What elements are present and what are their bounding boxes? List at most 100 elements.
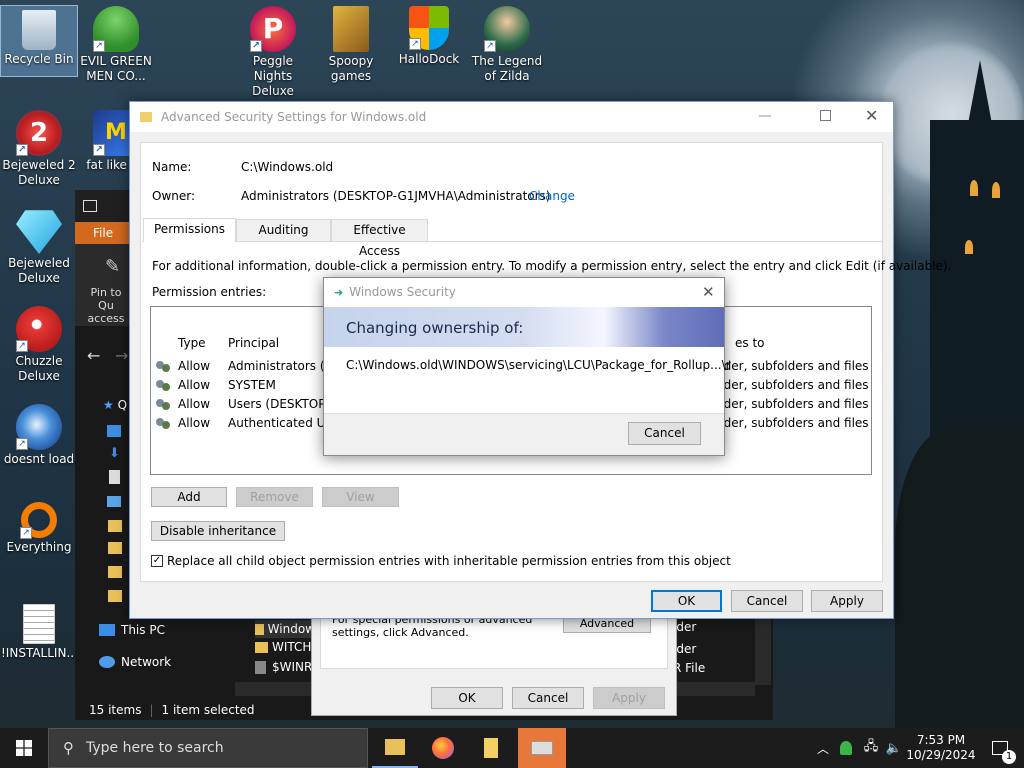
security-titlebar: ➜ Windows Security ✕ [324,278,724,306]
properties-cancel-button[interactable]: Cancel [512,687,584,709]
advanced-titlebar: Advanced Security Settings for Windows.o… [130,102,893,132]
status-item-count: 15 items [89,703,142,717]
pin-icon: ✎ [105,256,121,277]
desktop-icon-label: Recycle Bin [4,52,74,66]
tray-people-icon[interactable] [836,728,856,768]
forward-arrow-icon[interactable]: → [115,346,128,365]
recycle-bin-icon [22,10,56,50]
back-arrow-icon[interactable]: ← [87,346,100,365]
search-magnifier-icon: ↗ [20,502,57,539]
show-hidden-icons-chevron-icon[interactable]: ︿ [814,728,832,768]
name-value: C:\Windows.old [241,160,334,174]
disable-inheritance-button[interactable]: Disable inheritance [151,521,285,541]
clock-time: 7:53 PM [916,733,966,747]
taskbar-firefox[interactable] [420,728,466,768]
owner-label: Owner: [152,189,196,203]
vertical-scrollbar[interactable] [755,610,771,685]
windows-security-dialog[interactable]: ➜ Windows Security ✕ Changing ownership … [323,277,731,456]
wallpaper-tree [895,430,1024,730]
view-button[interactable]: View [322,487,399,507]
desktop-icon-recycle-bin[interactable]: Recycle Bin [0,5,78,77]
quick-access-nav-item[interactable]: ★ Q [103,398,127,412]
nav-folder-icon[interactable] [108,520,122,532]
taskbar-active-app[interactable] [518,728,566,768]
tab-effective-access[interactable]: Effective Access [331,219,428,258]
owner-value: Administrators (DESKTOP-G1JMVHA\Administ… [241,189,551,203]
maximize-button[interactable] [820,110,831,121]
nav-this-pc[interactable]: This PC [99,623,165,637]
tab-permissions[interactable]: Permissions [143,218,236,242]
diamond-icon [16,210,62,254]
nav-folder-icon[interactable] [108,542,122,554]
minimize-button[interactable]: — [758,108,772,124]
change-owner-link[interactable]: Change [529,189,575,203]
desktop-icon-peggle[interactable]: P ↗ Peggle Nights Deluxe [235,6,311,99]
network-tray-icon[interactable]: 🖧 [860,728,882,768]
desktop-icon-legend-of-zilda[interactable]: ↗ The Legend of Zilda [469,6,545,84]
folder-icon [333,6,369,52]
desktop-icon-everything[interactable]: ↗ Everything [1,502,77,555]
desktop-icon-label: Spoopy games [328,54,374,83]
file-list-item[interactable]: $WINR [255,660,312,674]
tab-auditing[interactable]: Auditing [236,219,331,241]
file-list-item[interactable]: Window [255,620,315,638]
security-cancel-button[interactable]: Cancel [628,422,701,445]
desktop-icon-label: The Legend of Zilda [471,54,543,83]
name-label: Name: [152,160,192,174]
add-button[interactable]: Add [151,487,227,507]
pin-quick-access-button[interactable]: Pin to Qu access [81,286,131,325]
dialog-heading: Changing ownership of: [346,319,524,337]
text-file-icon [23,604,55,644]
desktop-icon-installing[interactable]: !INSTALLIN... [1,604,78,661]
file-list-item[interactable]: WITCH [255,640,311,654]
nav-folder-icon[interactable] [108,566,122,578]
replace-child-permissions-checkbox[interactable]: ✓ [151,555,163,567]
properties-apply-button[interactable]: Apply [593,687,665,709]
explorer-file-tab[interactable]: File [75,222,129,244]
zilda-icon: ↗ [484,6,530,52]
nav-folder-icon[interactable] [108,590,122,602]
shield-arrow-icon: ➜ [334,285,344,299]
desktop-icon-spoopy-games[interactable]: Spoopy games [313,6,389,84]
desktop-icon-label: Peggle Nights Deluxe [252,54,294,98]
desktop-icon-hallodock[interactable]: ↗ HalloDock [391,6,467,67]
column-header-type[interactable]: Type [178,336,206,350]
replace-child-permissions-label[interactable]: Replace all child object permission entr… [167,554,731,568]
entry-type: Allow [178,358,211,373]
quick-access-toolbar-icon[interactable] [83,200,97,212]
permission-entries-label: Permission entries: [152,285,267,299]
entry-type: Allow [178,415,211,430]
users-icon [156,416,172,430]
cancel-button[interactable]: Cancel [731,590,803,612]
nav-documents-icon[interactable] [109,470,120,484]
nav-desktop-icon[interactable] [107,425,121,437]
taskbar-notes[interactable] [468,728,514,768]
properties-ok-button[interactable]: OK [431,687,503,709]
desktop-icon-chuzzle[interactable]: ↗ Chuzzle Deluxe [1,306,77,384]
nav-network[interactable]: Network [99,655,171,669]
action-center-button[interactable]: 1 [980,728,1020,768]
column-header-principal[interactable]: Principal [228,336,279,350]
users-icon [156,378,172,392]
desktop-icon-bejeweled[interactable]: Bejeweled Deluxe [1,208,77,286]
apply-button[interactable]: Apply [811,590,883,612]
desktop-icon-label: Bejeweled Deluxe [8,256,70,285]
desktop-icon-bejeweled-2[interactable]: 2 ↗ Bejeweled 2 Deluxe [1,110,77,188]
clock[interactable]: 7:53 PM 10/29/2024 [906,728,976,768]
desktop-icon-evil-green-men[interactable]: ↗ EVIL GREEN MEN CO... [78,6,154,84]
entry-type: Allow [178,377,211,392]
network-icon [99,656,115,668]
nav-downloads-icon[interactable]: ⬇ [109,446,120,461]
close-button[interactable]: ✕ [702,283,715,301]
volume-tray-icon[interactable]: 🔈 [884,728,904,768]
taskbar-file-explorer[interactable] [372,728,418,768]
taskbar-search-box[interactable]: ⚲ Type here to search [48,728,368,768]
nav-pictures-icon[interactable] [107,496,121,507]
ok-button[interactable]: OK [651,590,722,612]
desktop-icon-label: EVIL GREEN MEN CO... [80,54,152,83]
remove-button[interactable]: Remove [236,487,313,507]
column-header-applies-to[interactable]: es to [735,336,765,350]
desktop-icon-doesnt-load[interactable]: ↗ doesnt load [1,404,77,467]
close-button[interactable]: ✕ [865,106,878,125]
start-button[interactable] [0,728,48,768]
